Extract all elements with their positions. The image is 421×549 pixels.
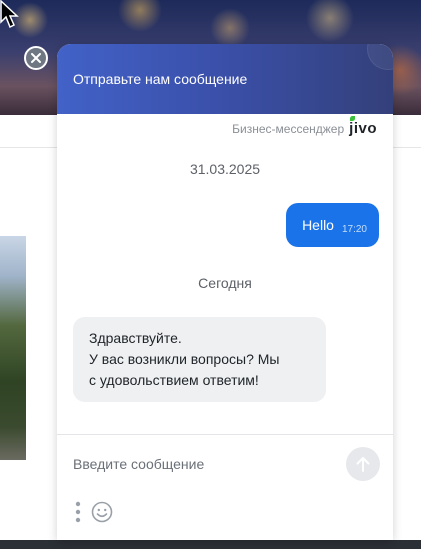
send-button[interactable] — [346, 447, 380, 481]
message-line: с удовольствием ответим! — [89, 372, 259, 388]
outgoing-message: Hello 17:20 — [286, 203, 379, 247]
arrow-up-icon — [356, 457, 370, 472]
background-footer-bar — [0, 540, 421, 549]
message-time: 17:20 — [341, 223, 367, 235]
header-decoration — [367, 44, 393, 70]
chat-widget: Отправьте нам сообщение Бизнес-мессендже… — [57, 44, 393, 540]
date-separator: 31.03.2025 — [189, 161, 261, 177]
background-photo — [0, 236, 26, 460]
message-line: У вас возникли вопросы? Мы — [89, 351, 280, 367]
incoming-message: Здравствуйте. У вас возникли вопросы? Мы… — [73, 317, 326, 402]
jivo-logo-text: jivo — [349, 120, 377, 137]
close-icon — [31, 53, 41, 63]
jivo-logo: jivo — [349, 116, 377, 137]
mouse-cursor-icon — [0, 0, 19, 29]
close-chat-button[interactable] — [24, 46, 48, 70]
branding-label: Бизнес-мессенджер — [232, 121, 345, 136]
chat-header-title: Отправьте нам сообщение — [73, 71, 248, 87]
message-input[interactable] — [73, 453, 333, 475]
smiley-icon[interactable] — [91, 501, 113, 523]
chat-header: Отправьте нам сообщение — [57, 44, 393, 114]
composer-divider — [57, 434, 393, 435]
message-line: Здравствуйте. — [89, 330, 182, 346]
vertical-dots-icon[interactable] — [75, 500, 81, 524]
branding[interactable]: Бизнес-мессенджер jivo — [232, 116, 377, 137]
message-text: Hello — [302, 217, 334, 233]
date-separator-today: Сегодня — [198, 275, 252, 291]
